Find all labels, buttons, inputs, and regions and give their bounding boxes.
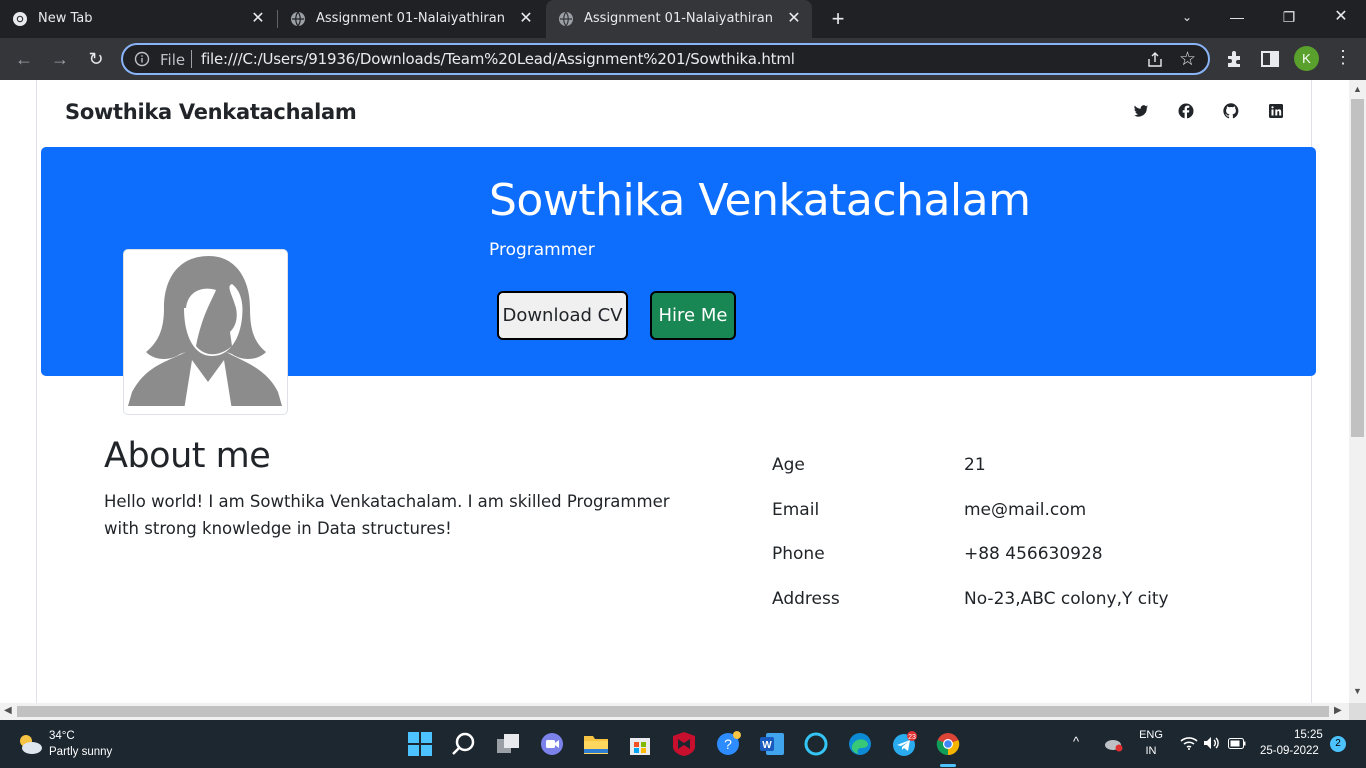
scroll-left-arrow-icon[interactable]: ◀ xyxy=(4,705,12,716)
linkedin-icon[interactable] xyxy=(1268,103,1284,119)
telegram-icon[interactable]: 23 xyxy=(891,731,917,757)
tab-assignment-2-active[interactable]: Assignment 01-Nalaiyathiran ✕ xyxy=(546,0,812,38)
language-code[interactable]: ENG xyxy=(1137,729,1165,741)
file-explorer-icon[interactable] xyxy=(583,731,609,757)
horizontal-scrollbar[interactable]: ◀ ▶ xyxy=(0,703,1349,720)
chat-icon[interactable] xyxy=(539,731,565,757)
edge-icon[interactable] xyxy=(847,731,873,757)
task-view-icon[interactable] xyxy=(495,731,521,757)
close-tab-icon[interactable]: ✕ xyxy=(784,9,804,29)
extensions-icon[interactable] xyxy=(1224,48,1246,70)
mcafee-icon[interactable] xyxy=(671,731,697,757)
hero-name: Sowthika Venkatachalam xyxy=(489,175,1031,226)
info-value-email: me@mail.com xyxy=(964,500,1087,520)
globe-icon xyxy=(559,11,573,27)
vertical-scrollbar[interactable]: ▲ ▼ xyxy=(1349,80,1366,703)
tab-new-tab[interactable]: New Tab ✕ xyxy=(0,0,276,38)
wifi-icon[interactable] xyxy=(1180,736,1198,750)
globe-icon xyxy=(291,11,305,27)
language-region[interactable]: IN xyxy=(1137,745,1165,757)
volume-icon[interactable] xyxy=(1203,736,1221,750)
menu-kebab-icon[interactable]: ⋮ xyxy=(1334,47,1352,68)
info-value-address: No-23,ABC colony,Y city xyxy=(964,589,1169,609)
about-text: Hello world! I am Sowthika Venkatachalam… xyxy=(104,492,670,538)
scrollbar-corner xyxy=(1349,703,1366,720)
omnibox-divider xyxy=(191,50,192,68)
twitter-icon[interactable] xyxy=(1133,103,1149,119)
github-icon[interactable] xyxy=(1223,103,1239,119)
chrome-icon xyxy=(13,12,27,26)
back-button[interactable]: ← xyxy=(11,46,37,72)
horizontal-scroll-thumb[interactable] xyxy=(17,706,1329,717)
side-panel-icon[interactable] xyxy=(1259,48,1281,70)
tab-title: New Tab xyxy=(38,11,93,26)
windows-taskbar: 34°C Partly sunny ? W 23 ^ ENG IN 15:25 … xyxy=(0,720,1366,768)
chrome-taskbar-icon[interactable] xyxy=(935,731,961,757)
facebook-icon[interactable] xyxy=(1178,103,1194,119)
hero-role: Programmer xyxy=(489,240,595,260)
clock-date[interactable]: 25-09-2022 xyxy=(1260,745,1319,757)
telegram-badge: 23 xyxy=(908,734,916,741)
svg-text:W: W xyxy=(762,740,772,751)
info-value-age: 21 xyxy=(964,455,986,475)
scroll-right-arrow-icon[interactable]: ▶ xyxy=(1334,705,1342,716)
weather-temperature[interactable]: 34°C xyxy=(49,730,75,742)
notification-badge[interactable]: 2 xyxy=(1330,736,1346,752)
scroll-down-arrow-icon[interactable]: ▼ xyxy=(1353,686,1362,696)
female-avatar-icon xyxy=(128,256,282,410)
bookmark-star-icon[interactable]: ☆ xyxy=(1179,48,1196,71)
vertical-scroll-thumb[interactable] xyxy=(1351,99,1364,437)
weather-partly-sunny-icon[interactable] xyxy=(17,733,43,755)
minimize-button[interactable]: — xyxy=(1214,0,1260,34)
onedrive-icon[interactable] xyxy=(1103,736,1123,752)
scroll-up-arrow-icon[interactable]: ▲ xyxy=(1353,84,1362,94)
show-hidden-icons-chevron-icon[interactable]: ^ xyxy=(1073,734,1079,749)
scheme-label: File xyxy=(160,51,186,69)
close-window-button[interactable]: ✕ xyxy=(1318,0,1364,34)
reload-button[interactable]: ↻ xyxy=(83,46,109,72)
cortana-icon[interactable] xyxy=(803,731,829,757)
close-tab-icon[interactable]: ✕ xyxy=(248,9,268,29)
info-value-phone: +88 456630928 xyxy=(964,544,1103,564)
info-label-email: Email xyxy=(772,500,820,520)
active-app-indicator xyxy=(940,764,956,767)
profile-photo xyxy=(123,249,288,415)
word-icon[interactable]: W xyxy=(759,731,785,757)
clock-time[interactable]: 15:25 xyxy=(1294,729,1323,741)
address-bar[interactable]: File file:///C:/Users/91936/Downloads/Te… xyxy=(121,43,1210,75)
about-title: About me xyxy=(104,436,271,476)
svg-text:?: ? xyxy=(724,736,732,752)
tab-title: Assignment 01-Nalaiyathiran xyxy=(316,11,505,26)
search-icon[interactable] xyxy=(451,731,477,757)
browser-toolbar: ← → ↻ File file:///C:/Users/91936/Downlo… xyxy=(0,38,1366,80)
hire-me-button[interactable]: Hire Me xyxy=(650,291,736,340)
info-label-phone: Phone xyxy=(772,544,825,564)
tab-strip: New Tab ✕ Assignment 01-Nalaiyathiran ✕ … xyxy=(0,0,1366,38)
close-tab-icon[interactable]: ✕ xyxy=(516,9,536,29)
tab-title: Assignment 01-Nalaiyathiran xyxy=(584,11,773,26)
tab-assignment-1[interactable]: Assignment 01-Nalaiyathiran ✕ xyxy=(278,0,544,38)
weather-description[interactable]: Partly sunny xyxy=(49,746,112,758)
info-label-address: Address xyxy=(772,589,840,609)
share-icon[interactable] xyxy=(1146,51,1164,69)
page-viewport: Sowthika Venkatachalam Sowthika Venkatac… xyxy=(0,80,1349,703)
get-help-icon[interactable]: ? xyxy=(715,731,741,757)
url-text[interactable]: file:///C:/Users/91936/Downloads/Team%20… xyxy=(201,50,795,68)
battery-icon[interactable] xyxy=(1228,738,1246,749)
info-label-age: Age xyxy=(772,455,805,475)
download-cv-button[interactable]: Download CV xyxy=(497,291,628,340)
restore-button[interactable]: ❐ xyxy=(1266,0,1312,34)
microsoft-store-icon[interactable] xyxy=(627,731,653,757)
new-tab-button[interactable]: + xyxy=(826,7,850,31)
forward-button[interactable]: → xyxy=(47,46,73,72)
navbar-brand[interactable]: Sowthika Venkatachalam xyxy=(65,100,357,124)
info-icon[interactable] xyxy=(134,51,150,67)
profile-avatar[interactable]: K xyxy=(1294,46,1319,71)
start-windows-icon[interactable] xyxy=(407,731,433,757)
tab-search-icon[interactable]: ⌄ xyxy=(1164,0,1210,34)
